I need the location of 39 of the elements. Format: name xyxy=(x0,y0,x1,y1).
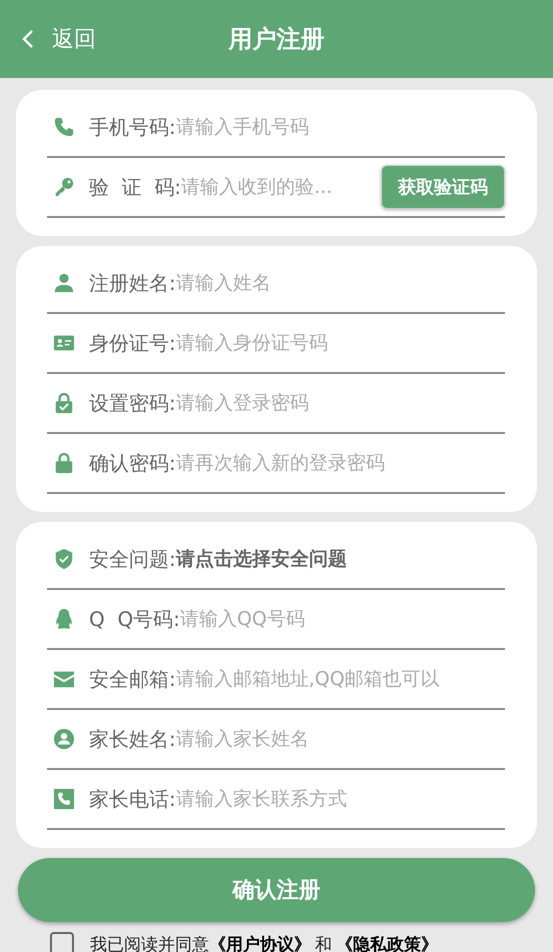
agreement-text: 我已阅读并同意 xyxy=(90,934,209,952)
agreement-text: 和 xyxy=(315,934,332,952)
field-label: 安全邮箱: xyxy=(89,666,176,692)
lock-check-icon xyxy=(53,392,75,414)
chevron-left-icon xyxy=(22,29,34,49)
field-label: 家长姓名: xyxy=(89,726,176,752)
input-field[interactable]: 请输入手机号码 xyxy=(176,116,505,138)
select-field[interactable]: 请点击选择安全问题 xyxy=(176,546,347,572)
field-label: 安全问题: xyxy=(89,546,176,572)
shield-check-icon xyxy=(53,548,75,570)
input-field[interactable]: 请输入收到的验... xyxy=(181,176,381,198)
input-field[interactable]: 请输入家长姓名 xyxy=(176,728,505,750)
field-label: 设置密码: xyxy=(89,390,176,416)
person-icon xyxy=(53,272,75,294)
person-circle-icon xyxy=(53,728,75,750)
field-label: 身份证号: xyxy=(89,330,176,356)
page-title: 用户注册 xyxy=(228,24,324,55)
submit-button[interactable]: 确认注册 xyxy=(18,858,535,922)
field-label: 注册姓名: xyxy=(89,270,176,296)
field-label: 手机号码: xyxy=(89,114,176,140)
key-icon xyxy=(53,176,75,198)
lock-icon xyxy=(53,452,75,474)
field-label: 确认密码: xyxy=(89,450,176,476)
field-label: 验 证 码: xyxy=(89,174,182,200)
input-field[interactable]: 请输入姓名 xyxy=(176,272,505,294)
input-field[interactable]: 请输入家长联系方式 xyxy=(176,788,505,810)
input-field[interactable]: 请输入身份证号码 xyxy=(176,332,505,354)
input-field[interactable]: 请输入登录密码 xyxy=(176,392,505,414)
input-field[interactable]: 请输入QQ号码 xyxy=(180,608,505,630)
input-field[interactable]: 请输入邮箱地址,QQ邮箱也可以 xyxy=(176,668,505,690)
field-label: Q Q号码: xyxy=(89,606,180,632)
back-button[interactable]: 返回 xyxy=(22,24,96,54)
input-field[interactable]: 请再次输入新的登录密码 xyxy=(176,452,505,474)
get-code-button[interactable]: 获取验证码 xyxy=(381,165,505,209)
agreement-link[interactable]: 《隐私政策》 xyxy=(336,932,438,952)
phone-square-icon xyxy=(53,788,75,810)
phone-icon xyxy=(53,116,75,138)
field-label: 家长电话: xyxy=(89,786,176,812)
checkbox[interactable] xyxy=(50,932,74,952)
